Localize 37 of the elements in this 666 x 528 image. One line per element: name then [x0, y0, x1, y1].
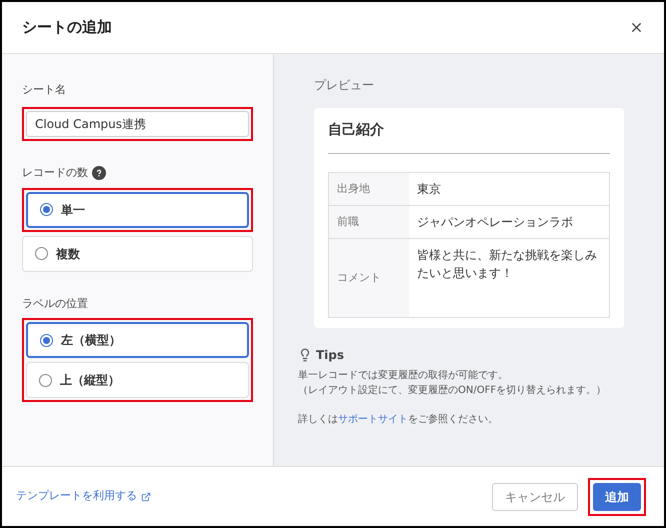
row-value: 東京: [416, 181, 442, 198]
template-link[interactable]: テンプレートを利用する: [16, 488, 151, 505]
sheet-name-field[interactable]: Cloud Campus連携: [26, 111, 249, 137]
option-label: 上（縦型）: [60, 372, 120, 389]
radio-option[interactable]: 単一: [26, 192, 249, 228]
field-label: レコードの数: [22, 165, 88, 181]
lightbulb-icon: [298, 348, 312, 362]
dialog-title: シートの追加: [22, 17, 112, 38]
option-label: 複数: [56, 246, 80, 262]
field-label: ラベルの位置: [22, 296, 88, 312]
radio-button[interactable]: [40, 334, 53, 346]
row-value: 皆様と共に、新たな挑戦を楽しみたいと思います！: [416, 247, 598, 282]
tips-text: 詳しくはサポートサイト をご参照ください。: [298, 412, 499, 427]
help-icon[interactable]: [92, 166, 106, 180]
external-link-icon: [141, 492, 151, 502]
cancel-button[interactable]: キャンセル: [492, 482, 578, 510]
card-title: 自己紹介: [328, 120, 610, 154]
row-label: 出身地: [329, 173, 409, 205]
radio-button[interactable]: [35, 247, 48, 260]
submit-button[interactable]: 追加: [593, 482, 641, 510]
row-label: コメント: [329, 239, 409, 317]
radio-option[interactable]: 複数: [22, 236, 253, 272]
option-label: 単一: [61, 202, 85, 218]
tips-text: （レイアウト設定にて、変更履歴のON/OFFを切り替えられます。）: [298, 384, 608, 398]
preview-heading: プレビュー: [314, 77, 375, 94]
row-value: ジャパンオペレーションラボ: [416, 214, 574, 231]
radio-option[interactable]: 上（縦型）: [26, 362, 249, 398]
radio-button[interactable]: [40, 203, 53, 216]
radio-option[interactable]: 左（横型）: [26, 322, 249, 358]
field-label: シート名: [22, 82, 67, 98]
tips-text: 単一レコードでは変更履歴の取得が可能です。: [298, 368, 509, 383]
option-label: 左（横型）: [61, 332, 121, 349]
close-icon[interactable]: [629, 20, 644, 35]
radio-button[interactable]: [39, 374, 52, 386]
support-link[interactable]: サポートサイト: [338, 414, 408, 425]
row-label: 前職: [329, 206, 409, 238]
tips-title: Tips: [316, 347, 344, 364]
